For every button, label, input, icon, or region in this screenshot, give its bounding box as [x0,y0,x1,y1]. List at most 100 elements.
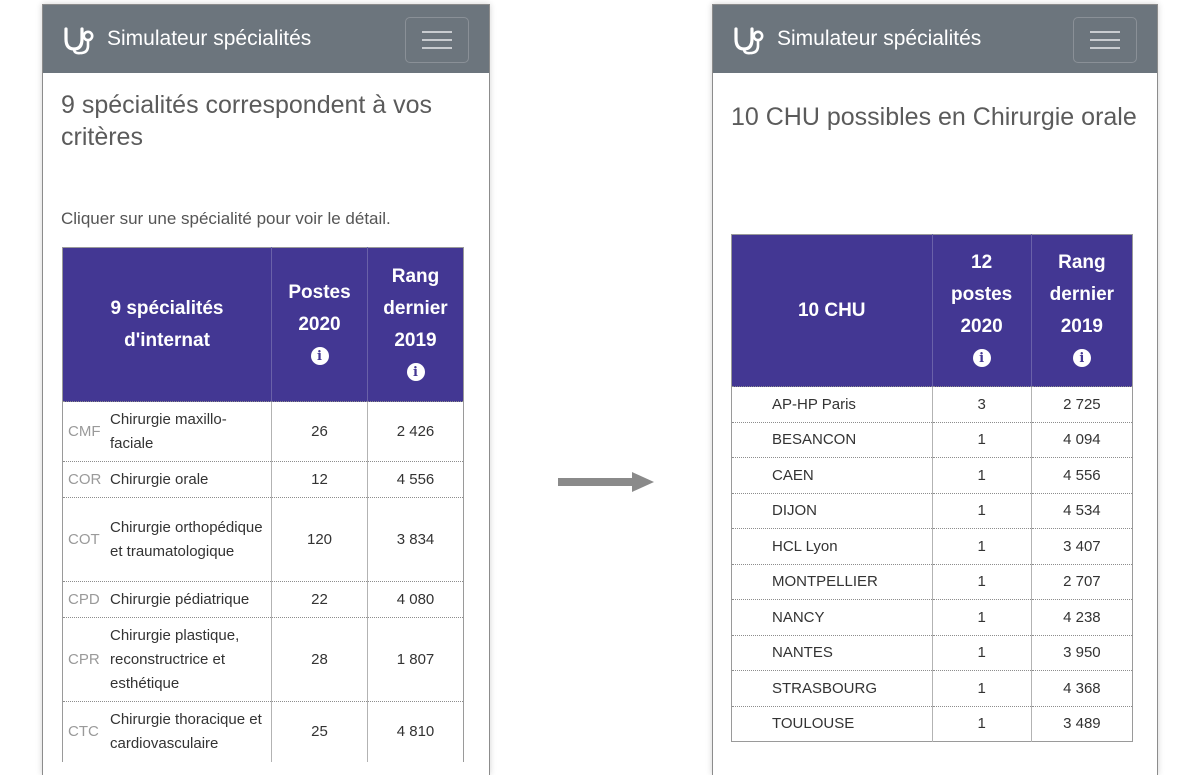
specialite-cell: CPR Chirurgie plastique, reconstructrice… [62,617,272,702]
table-row[interactable]: NANTES 1 3 950 [731,634,1133,671]
header-postes-label: Postes 2020 [288,281,351,335]
table-row[interactable]: BESANCON 1 4 094 [731,421,1133,458]
info-icon[interactable]: i [972,349,991,368]
chu-name[interactable]: NANTES [731,634,932,671]
specialite-cell: CMF Chirurgie maxillo-faciale [62,401,272,462]
specialite-name[interactable]: Chirurgie orale [110,468,270,492]
specialite-name[interactable]: Chirurgie thoracique et cardiovasculaire [110,708,270,756]
table-row[interactable]: STRASBOURG 1 4 368 [731,670,1133,706]
specialite-row-ctc[interactable]: CTC Chirurgie thoracique et cardiovascul… [62,701,464,762]
rang-cell: 3 407 [1030,528,1133,564]
navbar: Simulateur spécialités [43,5,489,73]
chu-name[interactable]: AP-HP Paris [731,386,932,422]
instruction-text: Cliquer sur une spécialité pour voir le … [61,209,391,228]
table-row[interactable]: CAEN 1 4 556 [731,457,1133,493]
rang-cell: 4 810 [367,701,464,762]
navbar: Simulateur spécialités [713,5,1157,73]
hamburger-bar [422,39,452,41]
header-rang-label: Rang dernier 2019 [1049,251,1115,337]
chu-name[interactable]: MONTPELLIER [731,563,932,600]
header-specialite[interactable]: 9 spécialités d'internat [62,247,272,402]
specialite-name[interactable]: Chirurgie maxillo-faciale [110,408,270,456]
info-icon[interactable]: i [406,363,425,382]
header-postes[interactable]: 12 postes 2020 i [931,234,1032,387]
brand-title[interactable]: Simulateur spécialités [777,27,981,51]
table-row[interactable]: NANCY 1 4 238 [731,599,1133,635]
rang-cell: 1 807 [367,617,464,702]
menu-toggle-button[interactable] [405,17,469,63]
rang-cell: 4 368 [1030,670,1133,706]
specialite-code: CPR [68,651,100,668]
chu-table: 10 CHU 12 postes 2020 i Rang dernier 201… [731,234,1133,742]
specialite-code: COR [68,471,102,488]
header-specialite-label: 9 spécialités d'internat [110,297,224,351]
specialite-name[interactable]: Chirurgie orthopédique et traumatologiqu… [110,516,270,564]
rang-cell: 2 426 [367,401,464,462]
postes-cell: 1 [931,528,1032,564]
chu-name[interactable]: HCL Lyon [731,528,932,564]
rang-cell: 4 556 [367,461,464,498]
table-row[interactable]: AP-HP Paris 3 2 725 [731,386,1133,422]
table-row[interactable]: HCL Lyon 1 3 407 [731,528,1133,564]
postes-cell: 120 [271,497,368,582]
header-rang[interactable]: Rang dernier 2019 i [367,247,464,402]
table-header-row: 9 spécialités d'internat Postes 2020 i R… [62,247,464,402]
chu-name[interactable]: STRASBOURG [731,670,932,706]
specialite-row-cpr[interactable]: CPR Chirurgie plastique, reconstructrice… [62,617,464,702]
specialites-screen: Simulateur spécialités 9 spécialités cor… [42,4,490,775]
specialite-code: CTC [68,723,99,741]
postes-cell: 28 [271,617,368,702]
specialite-cell: COT Chirurgie orthopédique et traumatolo… [62,497,272,582]
stethoscope-icon[interactable] [61,25,95,55]
postes-cell: 1 [931,599,1032,635]
chu-name[interactable]: CAEN [731,457,932,493]
postes-cell: 1 [931,634,1032,671]
info-icon[interactable]: i [310,347,329,366]
postes-cell: 1 [931,563,1032,600]
specialite-cell: CPD Chirurgie pédiatrique [62,581,272,618]
brand-title[interactable]: Simulateur spécialités [107,27,311,51]
table-header-row: 10 CHU 12 postes 2020 i Rang dernier 201… [731,234,1133,387]
specialite-code: CMF [68,423,101,440]
postes-cell: 3 [931,386,1032,422]
rang-cell: 3 950 [1030,634,1133,671]
header-postes[interactable]: Postes 2020 i [271,247,368,402]
rang-cell: 4 080 [367,581,464,618]
header-chu[interactable]: 10 CHU [731,234,932,387]
rang-cell: 4 238 [1030,599,1133,635]
specialite-row-cot[interactable]: COT Chirurgie orthopédique et traumatolo… [62,497,464,582]
chu-name[interactable]: DIJON [731,492,932,529]
rang-cell: 2 707 [1030,563,1133,600]
chu-name[interactable]: TOULOUSE [731,705,932,742]
specialite-name[interactable]: Chirurgie plastique, reconstructrice et … [110,624,270,696]
postes-cell: 1 [931,492,1032,529]
rang-cell: 3 489 [1030,705,1133,742]
chu-name[interactable]: NANCY [731,599,932,635]
specialite-cell: COR Chirurgie orale [62,461,272,498]
hamburger-bar [422,47,452,49]
info-icon[interactable]: i [1072,349,1091,368]
specialite-name[interactable]: Chirurgie pédiatrique [110,588,270,612]
hamburger-menu-icon [422,31,452,33]
specialite-row-cpd[interactable]: CPD Chirurgie pédiatrique 22 4 080 [62,581,464,618]
arrow-right-icon [558,472,654,492]
postes-cell: 1 [931,457,1032,493]
postes-cell: 1 [931,670,1032,706]
specialite-row-cmf[interactable]: CMF Chirurgie maxillo-faciale 26 2 426 [62,401,464,462]
table-row[interactable]: MONTPELLIER 1 2 707 [731,563,1133,600]
specialite-code: CPD [68,591,100,608]
header-postes-label: 12 postes 2020 [950,251,1013,337]
header-rang[interactable]: Rang dernier 2019 i [1030,234,1133,387]
stethoscope-icon[interactable] [731,25,765,55]
rang-cell: 4 094 [1030,421,1133,458]
chu-screen: Simulateur spécialités 10 CHU possibles … [712,4,1158,775]
table-row[interactable]: TOULOUSE 1 3 489 [731,705,1133,742]
menu-toggle-button[interactable] [1073,17,1137,63]
header-rang-label: Rang dernier 2019 [383,265,448,351]
specialite-cell: CTC Chirurgie thoracique et cardiovascul… [62,701,272,762]
specialite-row-cor[interactable]: COR Chirurgie orale 12 4 556 [62,461,464,498]
table-row[interactable]: DIJON 1 4 534 [731,492,1133,529]
hamburger-bar [1090,47,1120,49]
specialite-code: COT [68,531,100,548]
chu-name[interactable]: BESANCON [731,421,932,458]
